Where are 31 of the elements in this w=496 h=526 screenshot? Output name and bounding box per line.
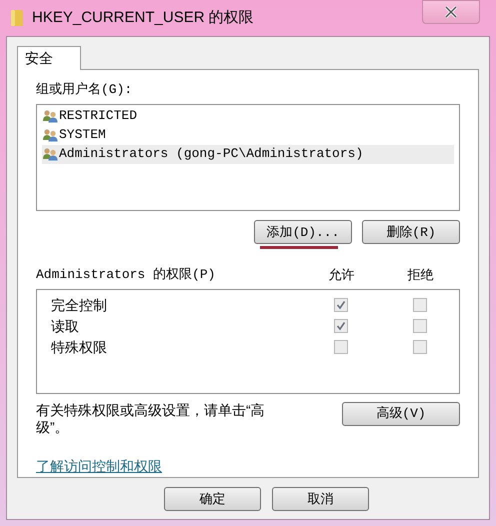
permissions-header: Administrators 的权限(P)	[36, 266, 216, 284]
permission-name: 读取	[50, 316, 80, 336]
users-icon	[42, 109, 58, 123]
column-header: 拒绝	[406, 266, 435, 284]
help-link[interactable]: 了解访问控制和权限	[36, 456, 162, 477]
window-title: HKEY_CURRENT_USER 的权限	[32, 8, 254, 28]
permission-name: 完全控制	[50, 296, 108, 315]
checkbox[interactable]	[412, 340, 427, 354]
advanced-button[interactable]: 高级(V)	[342, 402, 460, 426]
advanced-note: 有关特殊权限或高级设置，请单击“高级”。	[36, 402, 266, 436]
users-icon	[42, 128, 58, 142]
action-button[interactable]: 添加(D)...	[254, 220, 352, 244]
action-button[interactable]: 删除(R)	[362, 220, 460, 244]
column-header: 允许	[328, 266, 356, 284]
checkbox[interactable]	[412, 319, 427, 334]
close-icon	[444, 6, 458, 18]
checkbox[interactable]	[334, 298, 348, 312]
close-button[interactable]	[422, 0, 480, 24]
dialog-button[interactable]: 取消	[272, 487, 369, 511]
users-icon	[42, 147, 58, 161]
principal-item[interactable]: SYSTEM	[42, 126, 454, 144]
folder-icon	[10, 9, 24, 27]
checkbox[interactable]	[412, 298, 427, 312]
permission-name: 特殊权限	[50, 338, 108, 357]
group-label: 组或用户名(G):	[36, 81, 134, 99]
checkbox[interactable]	[334, 319, 348, 334]
principal-item[interactable]: Administrators (gong-PC\Administrators)	[42, 144, 454, 164]
tab[interactable]: 安全	[17, 46, 81, 70]
dialog-button[interactable]: 确定	[164, 487, 261, 511]
checkbox[interactable]	[334, 340, 348, 354]
principal-item[interactable]: RESTRICTED	[42, 106, 454, 126]
